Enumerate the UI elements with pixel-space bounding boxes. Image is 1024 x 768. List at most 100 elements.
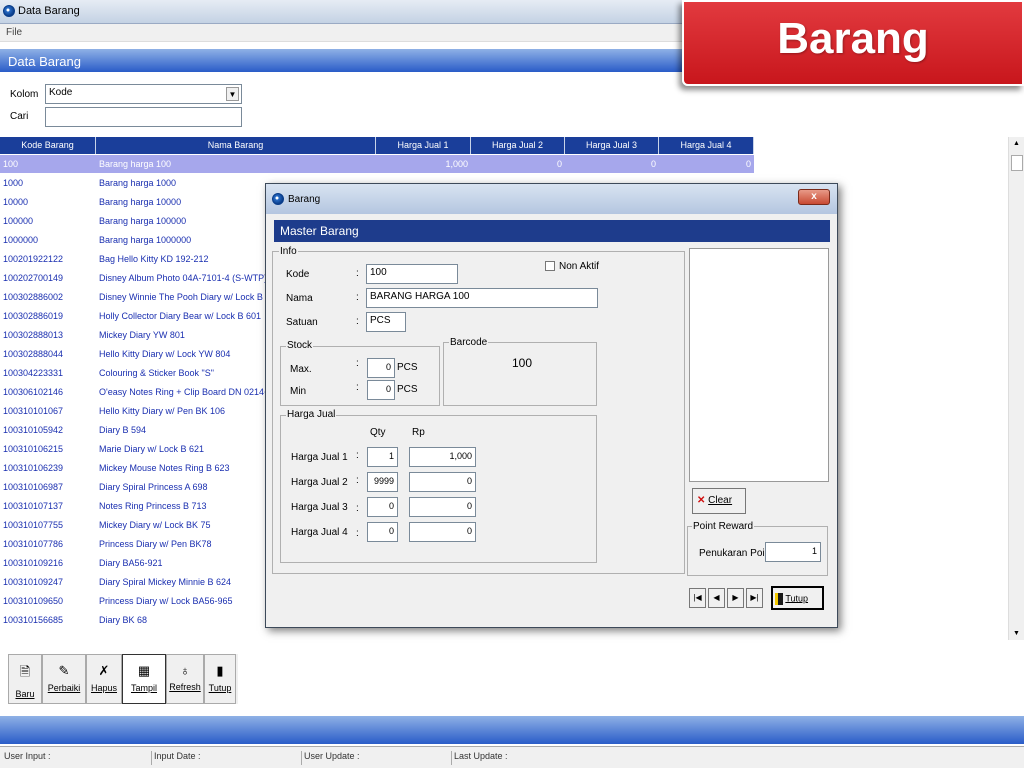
table-cell: 0 — [745, 159, 751, 169]
qty-header: Qty — [370, 427, 386, 438]
toolbar-button-tampil[interactable]: ▦ Tampil — [122, 654, 166, 704]
table-cell: 1000 — [3, 178, 24, 188]
table-cell: Barang harga 100 — [99, 159, 172, 169]
table-cell: 100310101067 — [3, 406, 64, 416]
delete-icon: ✗ — [98, 663, 110, 678]
tutup-label: Tutup — [785, 593, 809, 604]
new-doc-icon: 🗎 — [19, 664, 31, 679]
barcode-label: Barcode — [449, 337, 489, 348]
cari-input[interactable] — [45, 107, 242, 127]
toolbar-button-label: Tampil — [130, 683, 157, 693]
satuan-input[interactable]: PCS — [366, 312, 406, 332]
nama-label: Nama — [286, 293, 313, 304]
scroll-down-icon[interactable]: ▼ — [1013, 630, 1020, 637]
nama-input[interactable]: BARANG HARGA 100 — [366, 288, 598, 308]
status-input-date: Input Date : — [151, 751, 201, 765]
harga-rp-input[interactable]: 0 — [409, 497, 476, 517]
toolbar-button-baru[interactable]: 🗎 Baru — [8, 654, 42, 704]
clear-x-icon: ✕ — [697, 495, 706, 506]
table-cell: 100302888013 — [3, 330, 64, 340]
harga-qty-input[interactable]: 9999 — [367, 472, 398, 492]
edit-doc-icon: ✎ — [58, 663, 70, 678]
column-header[interactable]: Harga Jual 4 — [659, 137, 754, 154]
table-cell: 100310156685 — [3, 615, 64, 625]
table-cell: 100302888044 — [3, 349, 64, 359]
harga-qty-input[interactable]: 0 — [367, 522, 398, 542]
penukaran-input[interactable]: 1 — [765, 542, 821, 562]
table-cell: 100310106239 — [3, 463, 64, 473]
refresh-icon: ♁ — [180, 663, 190, 678]
harga-rp-input[interactable]: 0 — [409, 522, 476, 542]
point-reward-label: Point Reward — [692, 521, 755, 532]
clear-button[interactable]: ✕ Clear — [692, 488, 746, 514]
badge-text: Barang — [777, 14, 929, 63]
chevron-down-icon[interactable]: ▼ — [226, 87, 239, 101]
harga-rp-input[interactable]: 0 — [409, 472, 476, 492]
table-cell: 100302886002 — [3, 292, 64, 302]
info-group-label: Info — [279, 246, 298, 257]
max-input[interactable]: 0 — [367, 358, 395, 378]
harga-qty-input[interactable]: 1 — [367, 447, 398, 467]
table-cell: 1000000 — [3, 235, 39, 245]
non-aktif-checkbox[interactable] — [545, 261, 555, 271]
table-row[interactable]: 100 Barang harga 100 1,000 0 0 0 — [0, 155, 754, 174]
kolom-label: Kolom — [10, 89, 39, 100]
record-nav: |◀ ◀ ▶ ▶| — [689, 588, 767, 608]
clear-label: Clear — [708, 495, 733, 506]
prev-record-icon[interactable]: ◀ — [708, 588, 725, 608]
max-label: Max. — [290, 364, 312, 375]
tutup-button[interactable]: Tutup — [771, 586, 824, 610]
table-cell: 0 — [556, 159, 562, 169]
dialog-header: Master Barang — [274, 220, 830, 242]
toolbar-button-hapus[interactable]: ✗ Hapus — [86, 654, 122, 704]
exit-door-icon — [775, 593, 783, 605]
column-header[interactable]: Nama Barang — [96, 137, 376, 154]
kode-input[interactable]: 100 — [366, 264, 458, 284]
harga-jual-row-label: Harga Jual 4 — [291, 527, 348, 538]
exit-door-icon: ▮ — [216, 663, 224, 678]
table-cell: 0 — [650, 159, 656, 169]
harga-jual-label: Harga Jual — [286, 409, 337, 420]
toolbar-button-refresh[interactable]: ♁ Refresh — [166, 654, 204, 704]
grid-scrollbar[interactable]: ▲ ▼ — [1008, 137, 1024, 640]
table-cell: 100302886019 — [3, 311, 64, 321]
column-header[interactable]: Harga Jual 1 — [376, 137, 471, 154]
harga-qty-input[interactable]: 0 — [367, 497, 398, 517]
status-user-update: User Update : — [301, 751, 360, 765]
scrollbar-thumb[interactable] — [1011, 155, 1023, 171]
column-header[interactable]: Harga Jual 2 — [471, 137, 565, 154]
table-cell: 1,000 — [445, 159, 468, 169]
action-toolbar: 🗎 Baru ✎ Perbaiki ✗ Hapus ▦ Tampil ♁ Refresh ▮ Tutu… — [8, 654, 238, 704]
colon: : — [356, 358, 359, 369]
status-last-update: Last Update : — [451, 751, 508, 765]
cari-label: Cari — [10, 111, 29, 122]
harga-rp-input[interactable]: 1,000 — [409, 447, 476, 467]
next-record-icon[interactable]: ▶ — [727, 588, 744, 608]
menu-file[interactable]: File — [6, 27, 22, 38]
app-logo-icon — [3, 5, 15, 17]
close-button[interactable]: x — [798, 189, 830, 205]
kode-label: Kode — [286, 269, 310, 280]
column-header[interactable]: Harga Jual 3 — [565, 137, 659, 154]
table-cell: 100310109650 — [3, 596, 64, 606]
kolom-select[interactable]: Kode ▼ — [45, 84, 242, 104]
toolbar-button-perbaiki[interactable]: ✎ Perbaiki — [42, 654, 86, 704]
table-cell: 100 — [3, 159, 19, 169]
status-user-input: User Input : — [4, 751, 51, 761]
harga-jual-row-label: Harga Jual 3 — [291, 502, 348, 513]
table-cell: 100201922122 — [3, 254, 64, 264]
colon: : — [356, 268, 359, 279]
table-cell: 100310107786 — [3, 539, 64, 549]
last-record-icon[interactable]: ▶| — [746, 588, 763, 608]
scroll-up-icon[interactable]: ▲ — [1013, 140, 1020, 147]
first-record-icon[interactable]: |◀ — [689, 588, 706, 608]
dialog-logo-icon — [272, 193, 284, 205]
min-input[interactable]: 0 — [367, 380, 395, 400]
column-header[interactable]: Kode Barang — [0, 137, 96, 154]
table-cell: 100310107137 — [3, 501, 64, 511]
toolbar-button-label: Perbaiki — [47, 683, 81, 693]
toolbar-button-tutup[interactable]: ▮ Tutup — [204, 654, 236, 704]
section-title: Data Barang — [8, 54, 81, 69]
dialog-titlebar: Barang — [266, 184, 837, 214]
kolom-value: Kode — [49, 87, 73, 98]
